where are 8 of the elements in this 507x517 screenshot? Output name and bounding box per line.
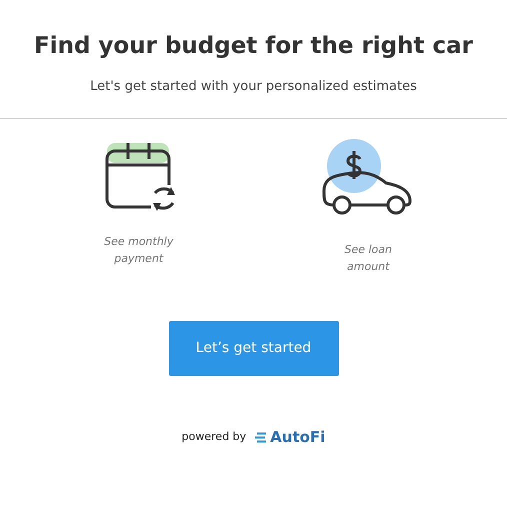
subtitle: Let's get started with your personalized estimates <box>89 78 418 96</box>
start-button[interactable]: Let’s get started <box>168 321 338 376</box>
page-title: Find your budget for the right car <box>32 32 474 61</box>
feature-caption: See loan amount <box>344 242 392 276</box>
feature-caption: See monthly payment <box>104 234 174 268</box>
powered-by-text: powered by <box>182 429 246 446</box>
logo-icon <box>254 432 266 443</box>
brand-name: AutoFi <box>270 427 326 448</box>
